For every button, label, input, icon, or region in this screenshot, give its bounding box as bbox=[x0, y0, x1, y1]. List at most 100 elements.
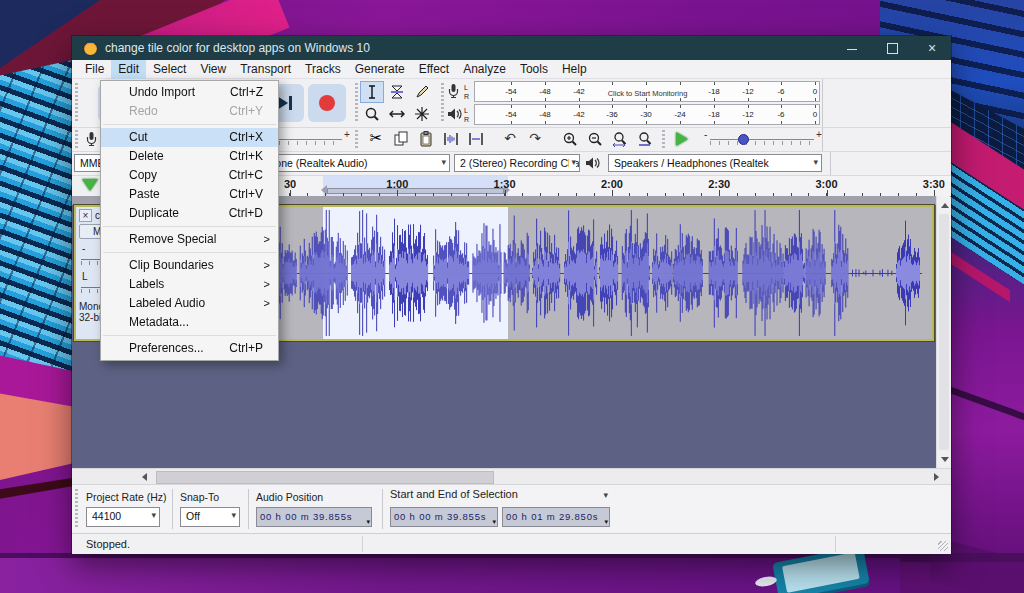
menu-transport[interactable]: Transport bbox=[233, 60, 298, 79]
recording-meter-icon[interactable] bbox=[446, 83, 461, 103]
zoom-fit-button[interactable] bbox=[633, 129, 657, 151]
vertical-scroll-thumb[interactable] bbox=[939, 214, 949, 450]
monitoring-text[interactable]: Click to Start Monitoring bbox=[595, 89, 700, 98]
menu-view[interactable]: View bbox=[193, 60, 233, 79]
play-at-speed-button[interactable] bbox=[670, 129, 696, 149]
horizontal-scroll-thumb[interactable] bbox=[156, 471, 494, 484]
timeline-scale[interactable]: 301:001:302:002:303:003:30 bbox=[180, 176, 936, 196]
menu-item-duplicate[interactable]: DuplicateCtrl+D bbox=[101, 204, 278, 223]
status-bar: Stopped. bbox=[72, 533, 951, 554]
window-title: change tile color for desktop apps on Wi… bbox=[105, 41, 370, 55]
cut-icon: ✂ bbox=[370, 129, 383, 146]
menu-item-remove-special[interactable]: Remove Special> bbox=[101, 230, 278, 249]
menu-item-undo-import[interactable]: Undo ImportCtrl+Z bbox=[101, 83, 278, 102]
output-device-combo[interactable]: Speakers / Headphones (Realtek▾ bbox=[608, 154, 822, 172]
close-button[interactable]: × bbox=[915, 36, 949, 60]
record-button[interactable] bbox=[308, 84, 346, 122]
selection-tool-icon bbox=[364, 86, 380, 103]
cut-button[interactable]: ✂ bbox=[364, 129, 388, 151]
timeshift-tool-button[interactable] bbox=[385, 103, 409, 125]
menu-item-labels[interactable]: Labels> bbox=[101, 275, 278, 294]
scroll-left-button[interactable] bbox=[138, 470, 152, 484]
menu-item-paste[interactable]: PasteCtrl+V bbox=[101, 185, 278, 204]
menu-help[interactable]: Help bbox=[555, 60, 594, 79]
multi-tool-icon bbox=[414, 108, 430, 125]
waveform[interactable] bbox=[180, 207, 932, 339]
trim-audio-icon bbox=[443, 133, 459, 150]
trim-audio-button[interactable] bbox=[439, 129, 463, 151]
menu-item-redo[interactable]: RedoCtrl+Y bbox=[101, 102, 278, 121]
recording-meter[interactable]: -54-48-42-18-12-60Click to Start Monitor… bbox=[474, 81, 820, 102]
audio-position-field[interactable]: 00 h 00 m 39.855s▾ bbox=[256, 507, 372, 527]
play-speed-slider-thumb[interactable] bbox=[738, 134, 749, 145]
selection-end-field[interactable]: 00 h 01 m 29.850s▾ bbox=[502, 507, 610, 527]
menu-item-copy[interactable]: CopyCtrl+C bbox=[101, 166, 278, 185]
vertical-scrollbar[interactable] bbox=[936, 196, 950, 468]
redo-button[interactable]: ↷ bbox=[523, 129, 547, 151]
silence-audio-button[interactable] bbox=[464, 129, 488, 151]
minimize-button[interactable] bbox=[835, 36, 869, 60]
audio-position-label: Audio Position bbox=[256, 491, 323, 503]
menu-item-preferences[interactable]: Preferences...Ctrl+P bbox=[101, 339, 278, 358]
record-icon bbox=[308, 84, 346, 122]
scroll-up-button[interactable] bbox=[937, 198, 951, 212]
bg-shape bbox=[0, 558, 900, 593]
menu-analyze[interactable]: Analyze bbox=[456, 60, 513, 79]
zoom-selection-button[interactable] bbox=[608, 129, 632, 151]
edit-menu-popup: Undo ImportCtrl+ZRedoCtrl+Y CutCtrl+XDele… bbox=[100, 80, 279, 361]
scroll-down-button[interactable] bbox=[937, 452, 951, 466]
menu-tools[interactable]: Tools bbox=[513, 60, 555, 79]
draw-tool-icon bbox=[414, 86, 430, 103]
zoom-out-button[interactable] bbox=[583, 129, 607, 151]
menu-item-delete[interactable]: DeleteCtrl+K bbox=[101, 147, 278, 166]
snap-to-combo[interactable]: Off▾ bbox=[180, 507, 240, 527]
menu-edit[interactable]: Edit bbox=[111, 60, 146, 79]
menu-generate[interactable]: Generate bbox=[348, 60, 412, 79]
menu-tracks[interactable]: Tracks bbox=[298, 60, 348, 79]
gain-slider-label: - bbox=[82, 243, 85, 254]
audacity-window: change tile color for desktop apps on Wi… bbox=[72, 36, 951, 553]
track-close-button[interactable]: × bbox=[79, 209, 92, 222]
output-device-icon bbox=[584, 155, 600, 175]
multi-tool-button[interactable] bbox=[410, 103, 434, 125]
play-speed-slider[interactable] bbox=[710, 139, 814, 140]
project-rate-combo[interactable]: 44100▾ bbox=[86, 507, 160, 527]
zoom-tool-button[interactable] bbox=[360, 103, 384, 125]
menu-select[interactable]: Select bbox=[146, 60, 193, 79]
envelope-tool-button[interactable] bbox=[385, 81, 409, 103]
selection-tool-button[interactable] bbox=[360, 81, 384, 103]
zoom-in-button[interactable] bbox=[558, 129, 582, 151]
menu-file[interactable]: File bbox=[78, 60, 111, 79]
zoom-out-icon bbox=[587, 133, 603, 150]
menu-item-labeled-audio[interactable]: Labeled Audio> bbox=[101, 294, 278, 313]
playback-meter-icon[interactable] bbox=[446, 106, 462, 126]
horizontal-scrollbar[interactable] bbox=[72, 468, 951, 484]
play-at-speed-icon bbox=[676, 132, 688, 146]
paste-icon bbox=[418, 133, 434, 150]
pan-slider-label: L bbox=[82, 271, 88, 282]
selection-start-field[interactable]: 00 h 00 m 39.855s▾ bbox=[390, 507, 498, 527]
zoom-fit-icon bbox=[637, 133, 653, 150]
menu-bar: FileEditSelectViewTransportTracksGenerat… bbox=[72, 60, 951, 79]
menu-effect[interactable]: Effect bbox=[412, 60, 456, 79]
menu-item-cut[interactable]: CutCtrl+X bbox=[101, 128, 278, 147]
recording-volume-icon bbox=[84, 131, 99, 151]
timeline-pin-icon[interactable] bbox=[82, 179, 98, 191]
menu-item-clip-boundaries[interactable]: Clip Boundaries> bbox=[101, 256, 278, 275]
paste-button[interactable] bbox=[414, 129, 438, 151]
undo-button[interactable]: ↶ bbox=[498, 129, 522, 151]
title-bar[interactable]: change tile color for desktop apps on Wi… bbox=[72, 36, 951, 60]
menu-item-metadata[interactable]: Metadata... bbox=[101, 313, 278, 332]
playback-meter[interactable]: -54-48-42-36-30-24-18-12-60 bbox=[474, 104, 820, 125]
maximize-button[interactable] bbox=[875, 36, 909, 60]
bg-shape bbox=[0, 58, 82, 373]
zoom-in-icon bbox=[562, 133, 578, 150]
waveform-area[interactable] bbox=[180, 207, 932, 339]
copy-button[interactable] bbox=[389, 129, 413, 151]
resize-grip[interactable] bbox=[938, 541, 948, 551]
snap-to-label: Snap-To bbox=[180, 491, 219, 503]
input-channels-combo[interactable]: 2 (Stereo) Recording Cha▾ bbox=[454, 154, 580, 172]
scroll-right-button[interactable] bbox=[929, 470, 943, 484]
draw-tool-button[interactable] bbox=[410, 81, 434, 103]
selection-mode-combo[interactable]: Start and End of Selection ▾ bbox=[390, 488, 618, 504]
